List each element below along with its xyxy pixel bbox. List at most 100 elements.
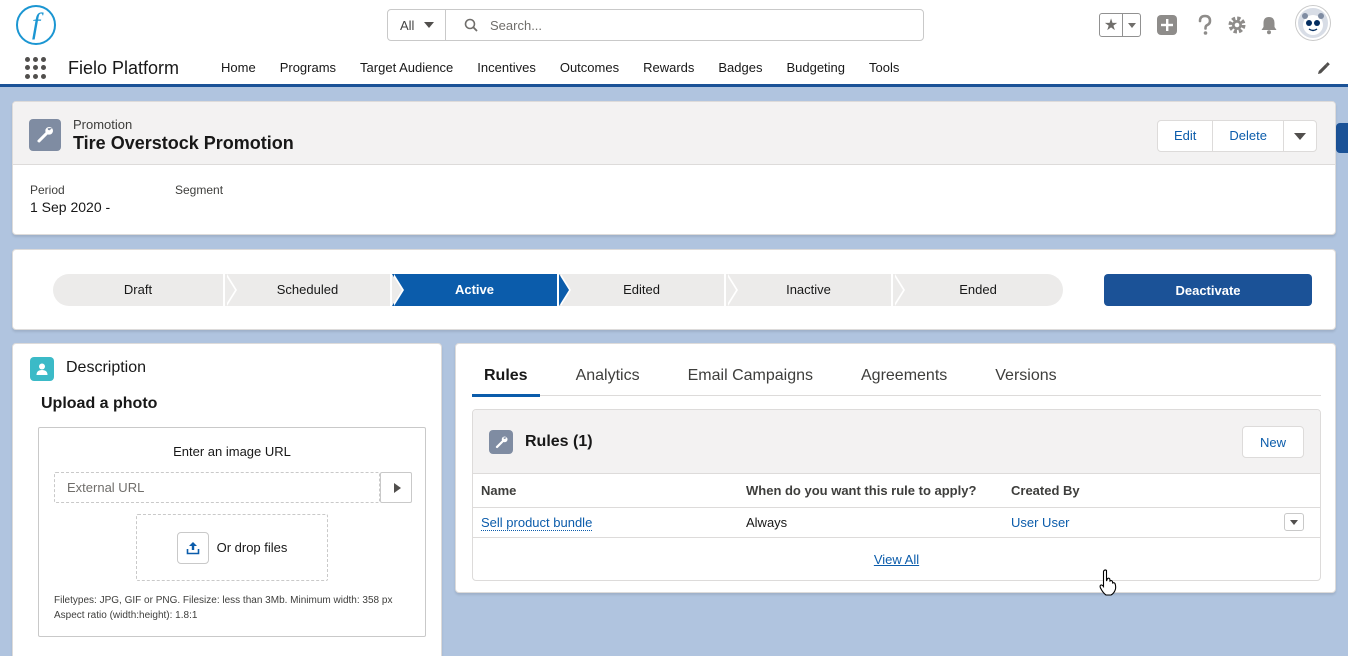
search-icon xyxy=(464,18,478,32)
nav-item-outcomes[interactable]: Outcomes xyxy=(548,50,631,87)
description-card: Description Upload a photo Enter an imag… xyxy=(12,343,442,656)
column-header-created-by[interactable]: Created By xyxy=(1003,474,1276,508)
chevron-down-icon xyxy=(1290,519,1298,525)
notifications-bell-icon[interactable] xyxy=(1258,14,1280,36)
help-icon[interactable] xyxy=(1194,14,1216,36)
stage-label: Scheduled xyxy=(276,282,339,297)
path-stage-inactive[interactable]: Inactive xyxy=(726,274,905,306)
created-by-link[interactable]: User User xyxy=(1011,515,1070,530)
upload-icon xyxy=(186,541,199,554)
path-stage-ended[interactable]: Ended xyxy=(893,274,1063,306)
deactivate-button[interactable]: Deactivate xyxy=(1104,274,1312,306)
favorites-group: ★ xyxy=(1099,13,1141,37)
nav-item-rewards[interactable]: Rewards xyxy=(631,50,706,87)
period-label: Period xyxy=(30,183,65,197)
delete-button[interactable]: Delete xyxy=(1213,121,1284,151)
tab-analytics[interactable]: Analytics xyxy=(564,344,652,396)
app-launcher-icon[interactable] xyxy=(25,57,47,79)
search-box xyxy=(446,10,923,40)
path-stage-edited[interactable]: Edited xyxy=(559,274,738,306)
edit-button[interactable]: Edit xyxy=(1158,121,1214,151)
contact-icon xyxy=(30,357,54,381)
view-all-footer: View All xyxy=(473,538,1320,581)
rules-table: Name When do you want this rule to apply… xyxy=(473,474,1320,538)
tab-email-campaigns[interactable]: Email Campaigns xyxy=(676,344,825,396)
rules-list-title: Rules (1) xyxy=(525,433,593,450)
app-navigation-bar: Fielo Platform Home Programs Target Audi… xyxy=(0,50,1348,87)
wrench-icon xyxy=(489,430,513,454)
play-arrow-icon xyxy=(393,482,401,493)
drop-files-label: Or drop files xyxy=(216,540,288,555)
edit-nav-pencil-icon[interactable] xyxy=(1316,62,1330,79)
related-tabs: Rules Analytics Email Campaigns Agreemen… xyxy=(472,344,1321,397)
user-avatar[interactable] xyxy=(1296,6,1330,40)
global-header: f All ★ xyxy=(0,0,1348,50)
nav-items: Home Programs Target Audience Incentives… xyxy=(209,50,911,87)
chevron-down-icon xyxy=(1294,132,1306,140)
tab-agreements[interactable]: Agreements xyxy=(849,344,959,396)
path-stage-active[interactable]: Active xyxy=(392,274,571,306)
column-header-when[interactable]: When do you want this rule to apply? xyxy=(738,474,1003,508)
nav-item-target-audience[interactable]: Target Audience xyxy=(348,50,465,87)
upload-hint-line-2: Aspect ratio (width:height): 1.8:1 xyxy=(54,610,198,621)
upload-photo-title: Upload a photo xyxy=(41,395,158,412)
nav-item-budgeting[interactable]: Budgeting xyxy=(774,50,857,87)
tab-versions[interactable]: Versions xyxy=(983,344,1068,396)
app-name: Fielo Platform xyxy=(68,58,180,78)
logo-letter: f xyxy=(31,7,41,40)
upload-photo-box: Enter an image URL Or drop files Filetyp… xyxy=(38,427,426,637)
favorites-star-icon[interactable]: ★ xyxy=(1100,14,1123,36)
utility-side-tab[interactable] xyxy=(1336,123,1348,153)
upload-hint: Filetypes: JPG, GIF or PNG. Filesize: le… xyxy=(54,593,392,623)
record-actions: Edit Delete xyxy=(1157,120,1317,152)
hand-cursor-icon xyxy=(1098,569,1118,600)
rule-name-link[interactable]: Sell product bundle xyxy=(481,514,593,531)
nav-item-incentives[interactable]: Incentives xyxy=(465,50,548,87)
file-drop-zone[interactable]: Or drop files xyxy=(136,514,328,581)
table-row: Sell product bundle Always User User xyxy=(473,507,1320,538)
external-url-input[interactable] xyxy=(54,472,380,503)
nav-item-tools[interactable]: Tools xyxy=(857,50,911,87)
search-scope-select[interactable]: All xyxy=(388,10,446,40)
table-header-row: Name When do you want this rule to apply… xyxy=(473,474,1320,508)
enter-url-label: Enter an image URL xyxy=(173,444,291,459)
favorites-list-button[interactable] xyxy=(1123,14,1140,36)
nav-item-badges[interactable]: Badges xyxy=(706,50,774,87)
segment-label: Segment xyxy=(175,183,224,197)
global-actions-icon[interactable] xyxy=(1156,14,1178,36)
stage-label: Draft xyxy=(123,282,153,297)
description-title: Description xyxy=(66,359,147,376)
column-header-actions xyxy=(1276,474,1320,508)
stage-label: Ended xyxy=(959,282,997,297)
stage-label: Edited xyxy=(623,282,660,297)
related-lists-card: Rules Analytics Email Campaigns Agreemen… xyxy=(455,343,1336,593)
path-stage-scheduled[interactable]: Scheduled xyxy=(225,274,404,306)
search-input[interactable] xyxy=(490,17,890,33)
path-stage-draft[interactable]: Draft xyxy=(53,274,237,306)
period-value: 1 Sep 2020 - xyxy=(30,199,111,215)
upload-hint-line-1: Filetypes: JPG, GIF or PNG. Filesize: le… xyxy=(54,595,393,606)
nav-item-home[interactable]: Home xyxy=(209,50,268,87)
record-title: Tire Overstock Promotion xyxy=(73,133,294,153)
record-type-label: Promotion xyxy=(73,117,133,132)
new-rule-button[interactable]: New xyxy=(1242,426,1304,458)
rule-when-cell: Always xyxy=(738,507,1003,538)
setup-gear-icon[interactable] xyxy=(1226,14,1248,36)
rules-list-header: Rules (1) New xyxy=(473,410,1320,474)
wrench-icon xyxy=(29,119,61,151)
row-actions-button[interactable] xyxy=(1284,513,1304,532)
more-actions-button[interactable] xyxy=(1284,121,1316,151)
view-all-link[interactable]: View All xyxy=(874,552,919,567)
upload-button[interactable] xyxy=(176,531,209,564)
fielo-logo[interactable]: f xyxy=(16,5,56,45)
tab-rules[interactable]: Rules xyxy=(472,344,540,397)
status-path: Draft Scheduled Active Edited Inactive E… xyxy=(53,274,1065,306)
search-scope-label: All xyxy=(400,17,415,33)
rules-related-list: Rules (1) New Name When do you want this… xyxy=(472,409,1321,581)
chevron-down-icon xyxy=(1127,22,1136,28)
nav-item-programs[interactable]: Programs xyxy=(268,50,348,87)
record-header-card: Promotion Tire Overstock Promotion Edit … xyxy=(12,101,1336,235)
stage-label: Active xyxy=(454,282,495,297)
column-header-name[interactable]: Name xyxy=(473,474,738,508)
submit-url-button[interactable] xyxy=(380,472,412,503)
